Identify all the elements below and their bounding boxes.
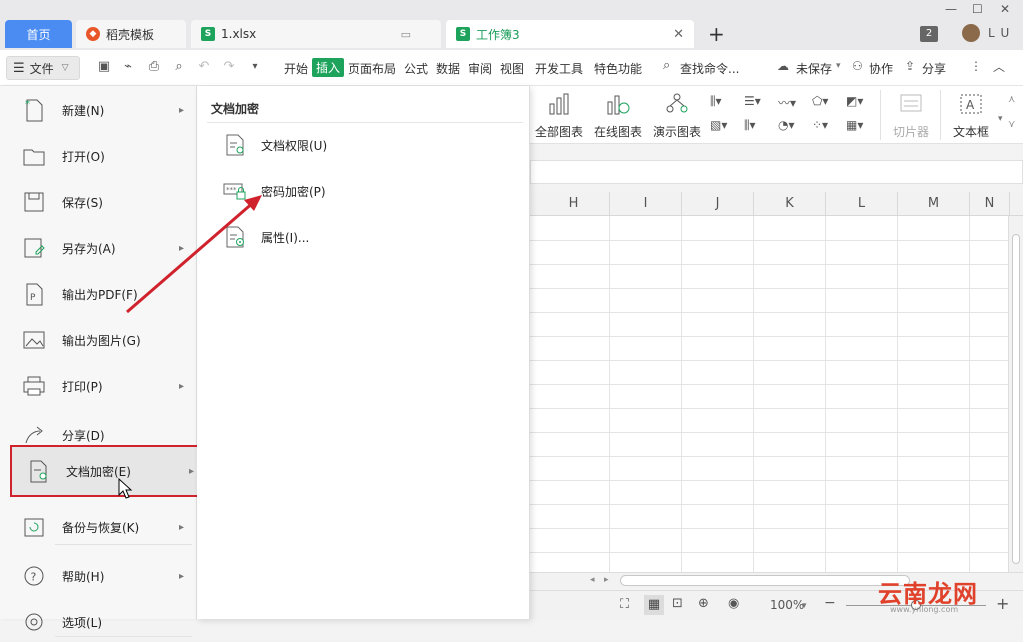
annotation-arrow (126, 195, 262, 314)
watermark-url: www.ynlong.com (890, 605, 959, 614)
watermark-logo: 云南龙网 (878, 580, 978, 608)
mouse-cursor-icon (118, 478, 133, 499)
menu-separator (55, 636, 192, 637)
annotation-arrow-line (126, 199, 256, 314)
